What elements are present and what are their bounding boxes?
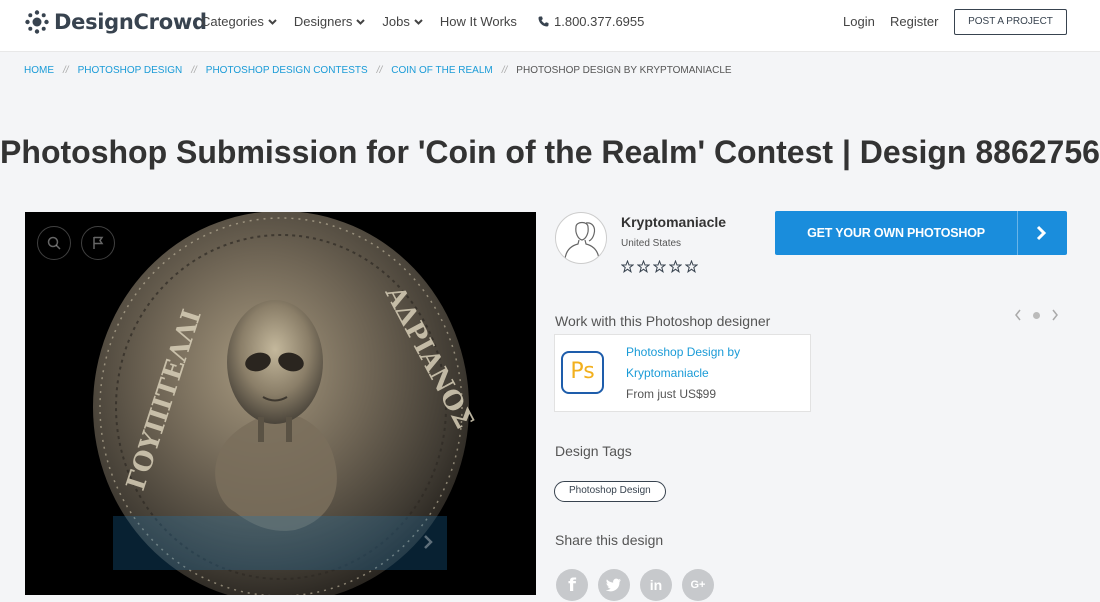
chevron-right-icon[interactable] xyxy=(1051,309,1059,321)
linkedin-share-button[interactable]: in xyxy=(640,569,672,601)
breadcrumb: HOME // PHOTOSHOP DESIGN // PHOTOSHOP DE… xyxy=(24,65,732,76)
flag-icon xyxy=(93,236,104,249)
designer-location: United States xyxy=(621,238,682,249)
chevron-down-icon xyxy=(414,18,423,25)
post-project-button[interactable]: POST A PROJECT xyxy=(954,9,1067,35)
offer-pager xyxy=(1014,309,1059,321)
google-plus-share-button[interactable]: G+ xyxy=(682,569,714,601)
nav-label: Jobs xyxy=(382,14,410,29)
chevron-down-icon xyxy=(356,18,366,25)
get-your-own-button[interactable]: GET YOUR OWN PHOTOSHOP xyxy=(775,211,1067,255)
share-heading: Share this design xyxy=(555,532,664,548)
logo-icon xyxy=(25,10,49,34)
chevron-left-icon[interactable] xyxy=(1014,309,1022,321)
flag-button[interactable] xyxy=(81,226,115,260)
facebook-share-button[interactable]: f xyxy=(556,569,588,601)
star-icon xyxy=(653,260,666,273)
cta-label: GET YOUR OWN PHOTOSHOP xyxy=(807,226,985,240)
star-icon xyxy=(685,260,698,273)
breadcrumb-contests[interactable]: PHOTOSHOP DESIGN CONTESTS xyxy=(206,65,368,76)
offer-title-line1[interactable]: Photoshop Design by xyxy=(626,345,740,359)
offer-price: From just US$99 xyxy=(626,387,717,401)
chevron-right-icon xyxy=(424,535,433,549)
breadcrumb-separator: // xyxy=(376,65,383,76)
phone-text: 1.800.377.6955 xyxy=(554,14,645,29)
nav-jobs[interactable]: Jobs xyxy=(382,14,423,29)
photoshop-icon: Ps xyxy=(561,351,604,394)
breadcrumb-separator: // xyxy=(501,65,508,76)
register-link[interactable]: Register xyxy=(890,14,938,29)
designer-avatar[interactable] xyxy=(555,212,607,264)
star-icon xyxy=(621,260,634,273)
twitter-share-button[interactable] xyxy=(598,569,630,601)
user-silhouette-icon xyxy=(564,221,600,260)
cta-divider xyxy=(1017,211,1018,255)
breadcrumb-separator: // xyxy=(191,65,197,76)
work-with-heading: Work with this Photoshop designer xyxy=(555,313,771,329)
twitter-icon xyxy=(606,578,621,592)
top-navigation: DesignCrowd Categories Designers Jobs Ho… xyxy=(0,0,1100,52)
app-icon-text: Ps xyxy=(570,359,595,384)
page-title: Photoshop Submission for 'Coin of the Re… xyxy=(0,134,1100,170)
phone-icon xyxy=(538,16,549,27)
nav-designers[interactable]: Designers xyxy=(294,14,366,29)
image-caption-bar[interactable] xyxy=(113,516,447,570)
star-icon xyxy=(669,260,682,273)
breadcrumb-home[interactable]: HOME xyxy=(24,65,54,76)
star-icon xyxy=(637,260,650,273)
designer-rating xyxy=(621,260,701,273)
share-buttons: f in G+ xyxy=(556,569,724,601)
chevron-down-icon xyxy=(268,18,277,25)
nav-label: Categories xyxy=(201,14,264,29)
login-link[interactable]: Login xyxy=(843,14,875,29)
zoom-icon xyxy=(47,236,61,250)
linkedin-icon: in xyxy=(649,577,663,593)
phone-number[interactable]: 1.800.377.6955 xyxy=(538,14,644,29)
nav-how-it-works[interactable]: How It Works xyxy=(440,14,517,29)
designer-name[interactable]: Kryptomaniacle xyxy=(621,214,726,230)
nav-label: Designers xyxy=(293,14,353,29)
design-tags-heading: Design Tags xyxy=(555,443,632,459)
design-image-viewer[interactable]: ΓΟΥΠΙΤΕΛΛΙ ΑΔΡΙΑΝΟΣ xyxy=(25,212,536,595)
google-plus-icon: G+ xyxy=(690,579,706,591)
zoom-button[interactable] xyxy=(37,226,71,260)
offer-title-line2[interactable]: Kryptomaniacle xyxy=(626,366,709,380)
breadcrumb-separator: // xyxy=(63,65,69,76)
nav-categories[interactable]: Categories xyxy=(201,14,277,29)
breadcrumb-current: PHOTOSHOP DESIGN BY KRYPTOMANIACLE xyxy=(516,65,732,76)
breadcrumb-contest[interactable]: COIN OF THE REALM xyxy=(391,65,493,76)
tag-photoshop-design[interactable]: Photoshop Design xyxy=(554,481,666,502)
chevron-right-icon xyxy=(1036,225,1047,241)
brand-logo[interactable]: DesignCrowd xyxy=(24,9,207,35)
brand-name: DesignCrowd xyxy=(54,10,207,34)
nav-label: How It Works xyxy=(439,14,517,29)
pager-dot[interactable] xyxy=(1033,311,1040,319)
facebook-icon: f xyxy=(568,574,576,596)
designer-offer-card[interactable]: Ps Photoshop Design by Kryptomaniacle Fr… xyxy=(554,334,811,412)
breadcrumb-photoshop-design[interactable]: PHOTOSHOP DESIGN xyxy=(78,65,183,76)
main-nav: Categories Designers Jobs How It Works xyxy=(201,14,534,29)
